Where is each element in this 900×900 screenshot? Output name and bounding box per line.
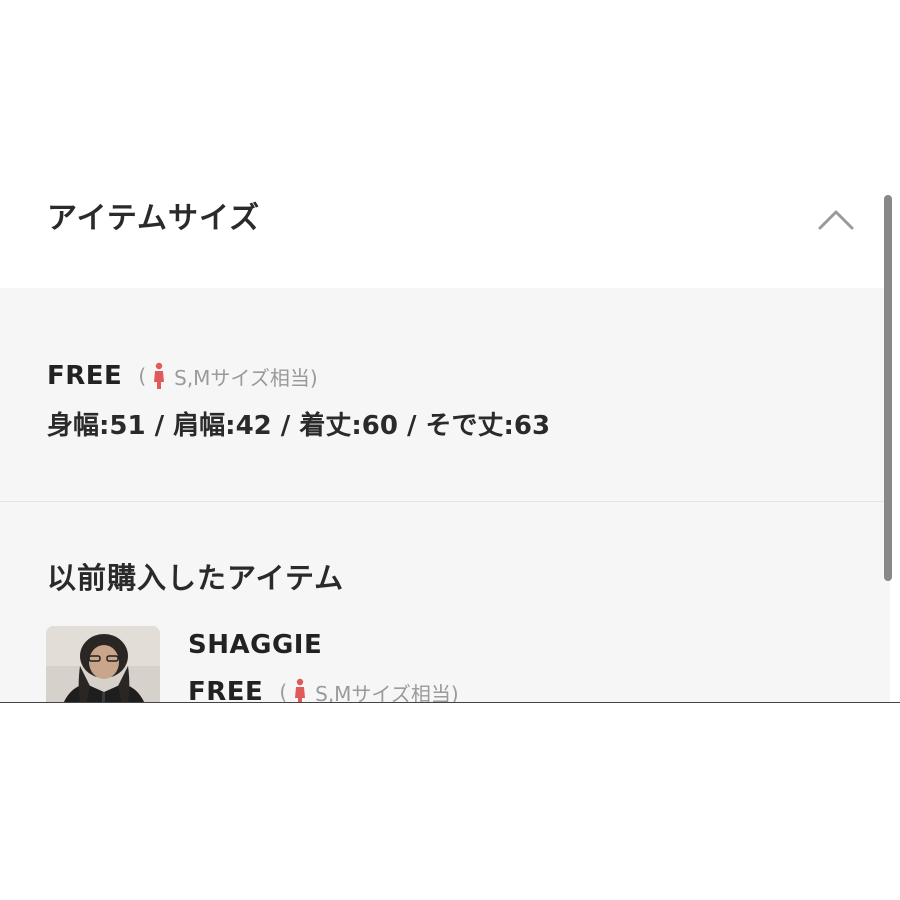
chevron-up-icon: [818, 210, 854, 230]
item-size-note-text: S,Mサイズ相当): [315, 681, 459, 703]
current-size-row: FREE ( S,Mサイズ相当): [47, 356, 318, 396]
scrollbar[interactable]: [884, 195, 892, 581]
size-note-text: S,Mサイズ相当): [174, 365, 318, 390]
section-title: アイテムサイズ: [47, 201, 261, 236]
person-icon: [154, 362, 165, 389]
item-photo: [46, 626, 160, 702]
item-size-note: ( S,Mサイズ相当): [279, 678, 459, 703]
item-thumbnail[interactable]: [46, 626, 160, 702]
person-icon: [295, 678, 306, 702]
item-size-row: FREE ( S,Mサイズ相当): [188, 672, 459, 702]
item-size-note-open: (: [279, 680, 288, 702]
previous-items-title: 以前購入したアイテム: [47, 561, 345, 595]
item-brand: SHAGGIE: [188, 630, 323, 660]
size-name: FREE: [47, 361, 123, 391]
size-note: ( S,Mサイズ相当): [138, 362, 318, 391]
measurements: 身幅:51 / 肩幅:42 / 着丈:60 / そで丈:63: [47, 411, 551, 441]
collapse-toggle-button[interactable]: [812, 196, 860, 244]
size-note-open: (: [138, 364, 147, 388]
item-size-name: FREE: [188, 677, 264, 702]
item-size-screen: アイテムサイズ FREE ( S,Mサイズ相当) 身幅:51 / 肩幅:42 /…: [0, 0, 900, 702]
bottom-border: [0, 702, 900, 703]
divider: [0, 501, 890, 502]
